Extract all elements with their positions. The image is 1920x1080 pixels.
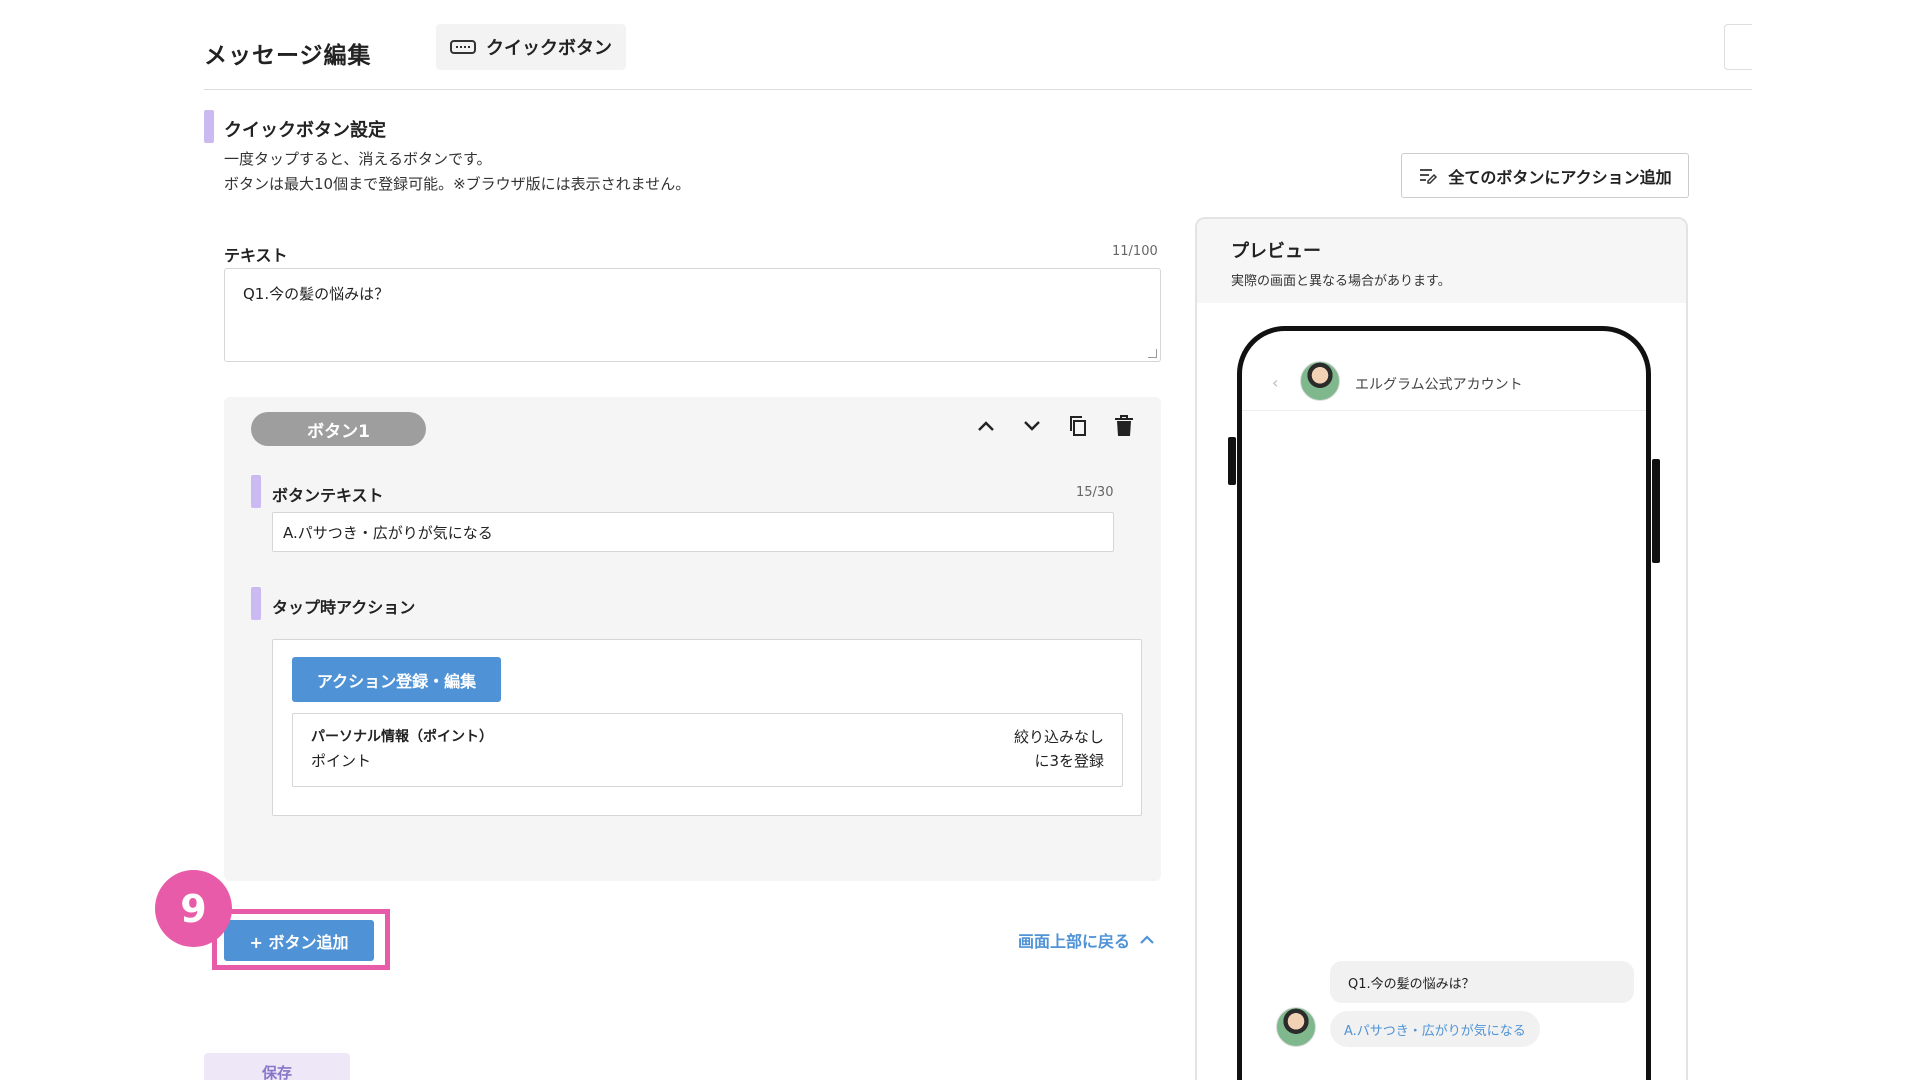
preview-panel: プレビュー 実際の画面と異なる場合があります。 ‹ エルグラム公式アカウント Q… (1195, 217, 1688, 1080)
delete-button[interactable] (1109, 411, 1139, 441)
keyboard-icon (450, 40, 476, 54)
text-char-counter: 11/100 (1112, 244, 1158, 259)
action-list-item[interactable]: パーソナル情報（ポイント） ポイント 絞り込みなし に3を登録 (292, 713, 1123, 787)
chevron-up-icon (978, 421, 994, 431)
chat-header: ‹ エルグラム公式アカウント (1242, 355, 1646, 411)
account-avatar (1300, 361, 1340, 401)
preview-header: プレビュー 実際の画面と異なる場合があります。 (1197, 219, 1686, 303)
save-button[interactable]: 保存 (204, 1053, 350, 1080)
page-title: メッセージ編集 (204, 43, 372, 69)
header-right-control[interactable] (1724, 24, 1752, 70)
phone-side-button-left (1228, 437, 1236, 485)
chevron-left-icon: ‹ (1272, 373, 1279, 392)
add-action-to-all-label: 全てのボタンにアクション追加 (1448, 167, 1672, 187)
section-desc-line-2: ボタンは最大10個まで登録可能。※ブラウザ版には表示されません。 (224, 175, 691, 193)
page-header: メッセージ編集 クイックボタン (204, 22, 1752, 90)
quick-reply-chip: A.パサつき・広がりが気になる (1330, 1011, 1540, 1047)
back-to-top-label: 画面上部に戻る (1018, 932, 1131, 951)
action-list-icon (1420, 168, 1438, 184)
message-text-value: Q1.今の髪の悩みは？ (243, 285, 390, 303)
tap-action-accent-bar (251, 587, 261, 620)
section-description: 一度タップすると、消えるボタンです。 ボタンは最大10個まで登録可能。※ブラウザ… (224, 147, 690, 197)
message-avatar (1276, 1007, 1316, 1047)
phone-frame: ‹ エルグラム公式アカウント Q1.今の髪の悩みは？ A.パサつき・広がりが気に… (1237, 326, 1651, 1080)
action-panel: アクション登録・編集 パーソナル情報（ポイント） ポイント 絞り込みなし に3を… (272, 639, 1142, 816)
action-item-filter: 絞り込みなし (1013, 728, 1104, 746)
action-edit-button[interactable]: アクション登録・編集 (292, 657, 501, 702)
preview-title: プレビュー (1231, 241, 1321, 262)
account-name: エルグラム公式アカウント (1355, 377, 1523, 393)
add-button[interactable]: + ボタン追加 (224, 920, 374, 961)
button-number-pill: ボタン1 (251, 412, 426, 446)
chevron-down-icon (1024, 421, 1040, 431)
duplicate-button[interactable] (1063, 411, 1093, 441)
button-text-input[interactable]: A.パサつき・広がりが気になる (272, 512, 1114, 552)
section-title: クイックボタン設定 (224, 120, 386, 141)
button-text-value: A.パサつき・広がりが気になる (283, 523, 493, 542)
copy-icon (1070, 416, 1086, 436)
quick-button-card: ボタン1 ボタンテキスト 15/30 A.パサつき・広がりが気になる タップ時ア… (224, 397, 1161, 881)
move-up-button[interactable] (971, 411, 1001, 441)
message-text-area[interactable]: Q1.今の髪の悩みは？ (224, 268, 1161, 362)
button-text-accent-bar (251, 475, 261, 508)
trash-icon (1115, 415, 1133, 436)
step-number-badge: 9 (155, 870, 232, 947)
message-type-label: クイックボタン (486, 38, 612, 59)
action-item-subtitle: ポイント (311, 752, 372, 770)
tap-action-label: タップ時アクション (272, 598, 416, 617)
add-action-to-all-button[interactable]: 全てのボタンにアクション追加 (1401, 153, 1689, 198)
move-down-button[interactable] (1017, 411, 1047, 441)
action-item-value: に3を登録 (1034, 752, 1104, 770)
section-accent-bar (204, 110, 214, 143)
message-type-chip: クイックボタン (436, 24, 626, 70)
phone-side-button-right (1652, 459, 1660, 563)
button-text-counter: 15/30 (1076, 485, 1114, 500)
back-to-top-link[interactable]: 画面上部に戻る (1018, 928, 1154, 952)
resize-handle-icon[interactable] (1148, 349, 1157, 358)
preview-note: 実際の画面と異なる場合があります。 (1231, 274, 1451, 289)
button-text-label: ボタンテキスト (272, 486, 384, 505)
section-desc-line-1: 一度タップすると、消えるボタンです。 (224, 150, 492, 168)
message-bubble: Q1.今の髪の悩みは？ (1330, 961, 1634, 1003)
action-item-title: パーソナル情報（ポイント） (311, 729, 493, 745)
text-field-label: テキスト (224, 246, 288, 265)
chevron-up-icon (1140, 935, 1154, 944)
